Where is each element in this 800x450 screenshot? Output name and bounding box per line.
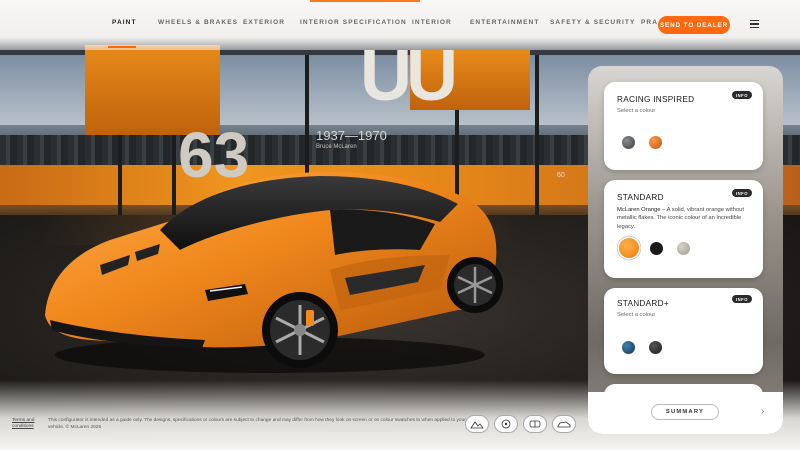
car-side-icon[interactable] xyxy=(552,415,576,433)
swatch-black[interactable] xyxy=(650,242,663,255)
swatch-grey[interactable] xyxy=(622,136,635,149)
card-subtitle: Select a colour xyxy=(617,312,656,318)
swatch-mclaren-orange[interactable] xyxy=(619,238,639,258)
swatch-blue[interactable] xyxy=(622,341,635,354)
chevron-right-icon[interactable]: › xyxy=(761,407,768,417)
steering-wheel-icon[interactable] xyxy=(494,415,518,433)
info-button[interactable]: INFO xyxy=(731,189,752,197)
send-to-dealer-button[interactable]: SEND TO DEALER xyxy=(658,16,730,34)
car-image xyxy=(45,172,503,373)
card-subtitle: Select a colour xyxy=(617,108,656,114)
wall-graphic-small: 60 xyxy=(557,172,565,179)
swatch-orange-metallic[interactable] xyxy=(649,136,662,149)
card-title: STANDARD xyxy=(617,193,664,202)
top-nav: PAINT WHEELS & BRAKES EXTERIOR INTERIOR … xyxy=(0,0,800,50)
paint-card-standard: STANDARD INFO McLaren Orange – A solid, … xyxy=(604,180,763,278)
tab-interior-specification[interactable]: INTERIOR SPECIFICATION xyxy=(300,19,407,26)
paint-options-panel[interactable]: RACING INSPIRED INFO Select a colour STA… xyxy=(588,66,783,434)
info-button[interactable]: INFO xyxy=(731,295,752,303)
summary-button[interactable]: SUMMARY xyxy=(651,404,719,420)
card-description: McLaren Orange – A solid, vibrant orange… xyxy=(617,207,744,230)
swatch-dark-grey[interactable] xyxy=(649,341,662,354)
info-button[interactable]: INFO xyxy=(731,91,752,99)
wall-graphic-years: 1937—1970 xyxy=(316,128,387,143)
terms-link[interactable]: Terms and conditions xyxy=(12,418,42,430)
tab-entertainment[interactable]: ENTERTAINMENT xyxy=(470,19,539,26)
card-title: RACING INSPIRED xyxy=(617,95,695,104)
interior-seat-icon[interactable] xyxy=(523,415,547,433)
tab-wheels-brakes[interactable]: WHEELS & BRAKES xyxy=(158,19,238,26)
card-title: STANDARD+ xyxy=(617,299,669,308)
tab-safety-security[interactable]: SAFETY & SECURITY xyxy=(550,19,635,26)
mountain-view-icon[interactable] xyxy=(465,415,489,433)
wall-graphic-name: Bruce McLaren xyxy=(316,144,357,150)
tab-paint[interactable]: PAINT xyxy=(112,19,137,26)
swatch-silver[interactable] xyxy=(677,242,690,255)
active-tab-indicator xyxy=(108,46,136,48)
progress-line xyxy=(310,0,420,2)
hamburger-menu-icon[interactable] xyxy=(750,20,759,28)
tab-pra[interactable]: PRA xyxy=(641,19,658,26)
tab-exterior[interactable]: EXTERIOR xyxy=(243,19,285,26)
summary-bar: SUMMARY › xyxy=(588,392,783,434)
disclaimer-text: This configurator is intended as a guide… xyxy=(48,418,466,430)
paint-card-racing-inspired: RACING INSPIRED INFO Select a colour xyxy=(604,82,763,170)
paint-card-standard-plus: STANDARD+ INFO Select a colour xyxy=(604,288,763,374)
tab-interior[interactable]: INTERIOR xyxy=(412,19,452,26)
